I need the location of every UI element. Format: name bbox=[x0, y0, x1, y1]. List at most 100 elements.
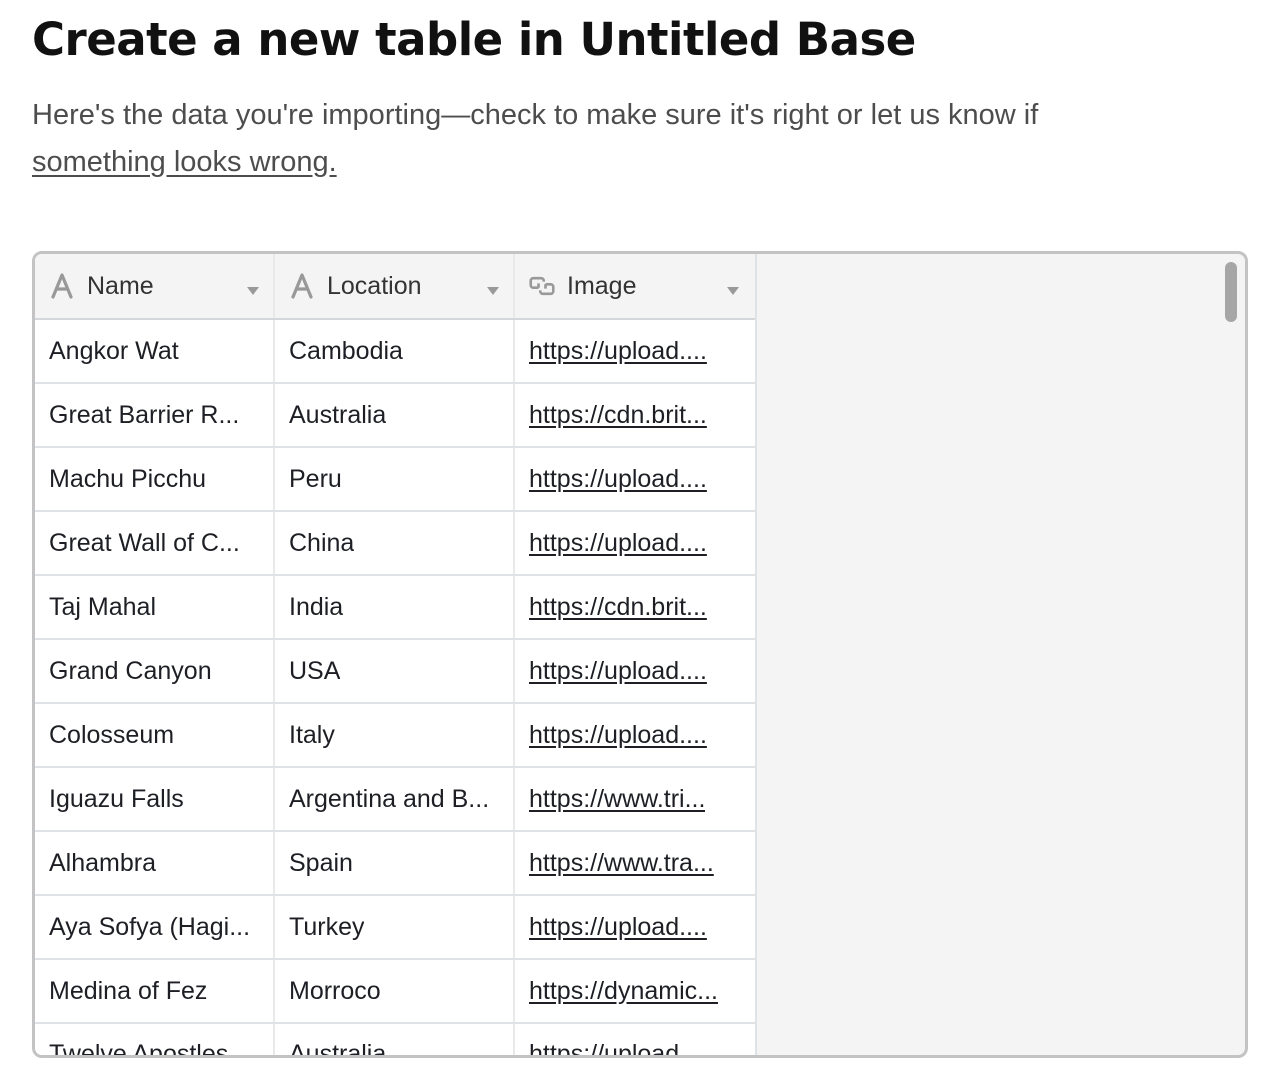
report-problem-link[interactable]: something looks wrong. bbox=[32, 146, 337, 178]
table-row[interactable]: Taj Mahal India https://cdn.brit... bbox=[35, 576, 755, 640]
column-header-image[interactable]: Image bbox=[515, 254, 753, 318]
table-row[interactable]: Great Wall of C... China https://upload...… bbox=[35, 512, 755, 576]
column-header-label: Image bbox=[567, 271, 637, 300]
cell-location[interactable]: Peru bbox=[275, 448, 515, 510]
cell-value: India bbox=[289, 592, 344, 621]
cell-name[interactable]: Twelve Apostles bbox=[35, 1024, 275, 1058]
chevron-down-icon[interactable] bbox=[727, 287, 739, 295]
cell-image[interactable]: https://upload.... bbox=[515, 1024, 753, 1055]
table-row[interactable]: Grand Canyon USA https://upload.... bbox=[35, 640, 755, 704]
image-url-link[interactable]: https://upload.... bbox=[529, 529, 707, 558]
cell-location[interactable]: USA bbox=[275, 640, 515, 702]
cell-value: Australia bbox=[289, 400, 387, 429]
image-url-link[interactable]: https://upload.... bbox=[529, 465, 707, 494]
cell-name[interactable]: Great Barrier R... bbox=[35, 384, 275, 446]
cell-location[interactable]: Australia bbox=[275, 384, 515, 446]
cell-location[interactable]: Australia bbox=[275, 1024, 515, 1055]
cell-value: Great Wall of C... bbox=[49, 528, 240, 557]
cell-location[interactable]: Argentina and B... bbox=[275, 768, 515, 830]
cell-value: USA bbox=[289, 656, 341, 685]
table-row[interactable]: Twelve Apostles Australia https://upload..… bbox=[35, 1024, 755, 1058]
image-url-link[interactable]: https://upload.... bbox=[529, 913, 707, 942]
cell-image[interactable]: https://cdn.brit... bbox=[515, 576, 753, 638]
text-field-icon bbox=[49, 273, 75, 299]
cell-name[interactable]: Colosseum bbox=[35, 704, 275, 766]
cell-value: Spain bbox=[289, 848, 353, 877]
table-row[interactable]: Medina of Fez Morroco https://dynamic... bbox=[35, 960, 755, 1024]
chevron-down-icon[interactable] bbox=[487, 287, 499, 295]
image-url-link[interactable]: https://upload.... bbox=[529, 337, 707, 366]
image-url-link[interactable]: https://cdn.brit... bbox=[529, 401, 707, 430]
cell-value: Twelve Apostles bbox=[49, 1040, 229, 1058]
description-text: Here's the data you're importing—check t… bbox=[32, 99, 1039, 131]
cell-value: Alhambra bbox=[49, 848, 156, 877]
cell-location[interactable]: Turkey bbox=[275, 896, 515, 958]
cell-name[interactable]: Machu Picchu bbox=[35, 448, 275, 510]
cell-value: China bbox=[289, 528, 355, 557]
cell-image[interactable]: https://www.tri... bbox=[515, 768, 753, 830]
cell-value: Great Barrier R... bbox=[49, 400, 240, 429]
cell-value: Colosseum bbox=[49, 720, 175, 749]
data-preview-grid: Name Location Image Angkor Wat Cambodia ht… bbox=[32, 251, 1248, 1058]
image-url-link[interactable]: https://dynamic... bbox=[529, 977, 718, 1006]
cell-value: Grand Canyon bbox=[49, 656, 212, 685]
import-description: Here's the data you're importing—check t… bbox=[32, 92, 1172, 186]
cell-name[interactable]: Alhambra bbox=[35, 832, 275, 894]
cell-location[interactable]: India bbox=[275, 576, 515, 638]
cell-image[interactable]: https://www.tra... bbox=[515, 832, 753, 894]
cell-value: Machu Picchu bbox=[49, 464, 207, 493]
table-row[interactable]: Angkor Wat Cambodia https://upload.... bbox=[35, 320, 755, 384]
table-row[interactable]: Machu Picchu Peru https://upload.... bbox=[35, 448, 755, 512]
cell-name[interactable]: Angkor Wat bbox=[35, 320, 275, 382]
cell-value: Morroco bbox=[289, 976, 381, 1005]
image-url-link[interactable]: https://www.tra... bbox=[529, 849, 714, 878]
cell-value: Angkor Wat bbox=[49, 336, 179, 365]
table-row[interactable]: Alhambra Spain https://www.tra... bbox=[35, 832, 755, 896]
cell-location[interactable]: Spain bbox=[275, 832, 515, 894]
cell-image[interactable]: https://upload.... bbox=[515, 448, 753, 510]
cell-image[interactable]: https://upload.... bbox=[515, 320, 753, 382]
url-link-icon bbox=[529, 273, 555, 299]
cell-image[interactable]: https://upload.... bbox=[515, 512, 753, 574]
header-row: Name Location Image bbox=[35, 254, 755, 320]
cell-value: Argentina and B... bbox=[289, 784, 490, 813]
image-url-link[interactable]: https://upload.... bbox=[529, 1040, 707, 1055]
cell-location[interactable]: China bbox=[275, 512, 515, 574]
text-field-icon bbox=[289, 273, 315, 299]
image-url-link[interactable]: https://cdn.brit... bbox=[529, 593, 707, 622]
table-row[interactable]: Colosseum Italy https://upload.... bbox=[35, 704, 755, 768]
grid-table: Name Location Image Angkor Wat Cambodia ht… bbox=[35, 254, 757, 1058]
cell-name[interactable]: Medina of Fez bbox=[35, 960, 275, 1022]
cell-location[interactable]: Morroco bbox=[275, 960, 515, 1022]
column-header-label: Location bbox=[327, 271, 422, 300]
cell-value: Iguazu Falls bbox=[49, 784, 184, 813]
cell-location[interactable]: Cambodia bbox=[275, 320, 515, 382]
cell-name[interactable]: Great Wall of C... bbox=[35, 512, 275, 574]
cell-image[interactable]: https://dynamic... bbox=[515, 960, 753, 1022]
chevron-down-icon[interactable] bbox=[247, 287, 259, 295]
cell-image[interactable]: https://cdn.brit... bbox=[515, 384, 753, 446]
cell-value: Aya Sofya (Hagi... bbox=[49, 912, 251, 941]
cell-value: Italy bbox=[289, 720, 335, 749]
cell-name[interactable]: Iguazu Falls bbox=[35, 768, 275, 830]
cell-name[interactable]: Grand Canyon bbox=[35, 640, 275, 702]
cell-name[interactable]: Taj Mahal bbox=[35, 576, 275, 638]
vertical-scrollbar[interactable] bbox=[1225, 262, 1237, 322]
grid-body: Angkor Wat Cambodia https://upload.... Grea… bbox=[35, 320, 755, 1058]
image-url-link[interactable]: https://upload.... bbox=[529, 657, 707, 686]
cell-image[interactable]: https://upload.... bbox=[515, 640, 753, 702]
cell-image[interactable]: https://upload.... bbox=[515, 896, 753, 958]
table-row[interactable]: Aya Sofya (Hagi... Turkey https://upload..… bbox=[35, 896, 755, 960]
column-header-location[interactable]: Location bbox=[275, 254, 515, 318]
cell-location[interactable]: Italy bbox=[275, 704, 515, 766]
cell-name[interactable]: Aya Sofya (Hagi... bbox=[35, 896, 275, 958]
cell-image[interactable]: https://upload.... bbox=[515, 704, 753, 766]
cell-value: Cambodia bbox=[289, 336, 403, 365]
column-header-name[interactable]: Name bbox=[35, 254, 275, 318]
table-row[interactable]: Great Barrier R... Australia https://cdn.b… bbox=[35, 384, 755, 448]
table-row[interactable]: Iguazu Falls Argentina and B... https://ww… bbox=[35, 768, 755, 832]
cell-value: Medina of Fez bbox=[49, 976, 208, 1005]
cell-value: Peru bbox=[289, 464, 342, 493]
image-url-link[interactable]: https://www.tri... bbox=[529, 785, 705, 814]
image-url-link[interactable]: https://upload.... bbox=[529, 721, 707, 750]
